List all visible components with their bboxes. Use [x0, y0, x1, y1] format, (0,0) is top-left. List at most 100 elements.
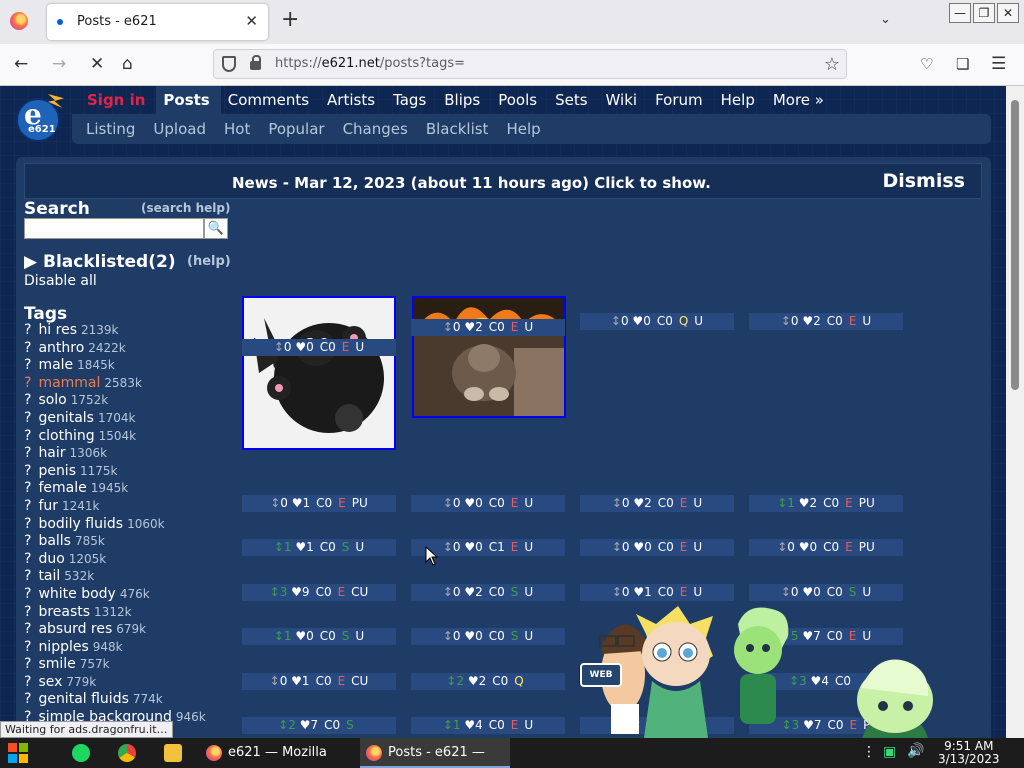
post-score-bar[interactable]: ↕1 ♥0 C0 S U	[242, 628, 396, 645]
tag-wiki-link[interactable]: ?	[24, 674, 31, 690]
tag-wiki-link[interactable]: ?	[24, 551, 31, 567]
post-score-bar[interactable]: ↕0 ♥0 C0 E U	[242, 339, 396, 356]
sub-nav-item-listing[interactable]: Listing	[80, 114, 147, 144]
chrome-taskbar-icon[interactable]	[118, 744, 136, 762]
tab-close-icon[interactable]: ✕	[245, 12, 258, 30]
tag-name-link[interactable]: hair	[38, 445, 65, 461]
blacklist-toggle[interactable]: ▶ Blacklisted(2)	[24, 252, 176, 272]
tag-wiki-link[interactable]: ?	[24, 656, 31, 672]
stop-loading-icon[interactable]: ✕	[90, 54, 104, 74]
post-score-bar[interactable]: ↕2 ♥2 C0 Q	[411, 673, 565, 690]
network-icon[interactable]: ▣	[883, 744, 896, 760]
tag-wiki-link[interactable]: ?	[24, 410, 31, 426]
post-score-bar[interactable]: ↕0 ♥2 C0 E U	[749, 313, 903, 330]
tag-name-link[interactable]: genitals	[38, 410, 94, 426]
taskbar-task-firefox-1[interactable]: e621 — Mozilla Fire...	[200, 738, 356, 768]
main-nav-item-help[interactable]: Help	[714, 86, 766, 114]
tag-name-link[interactable]: white body	[38, 586, 115, 602]
tray-overflow-icon[interactable]: ⋮	[862, 744, 876, 760]
sub-nav-item-upload[interactable]: Upload	[147, 114, 218, 144]
extensions-icon[interactable]: ❏	[956, 54, 969, 74]
main-nav-item-blips[interactable]: Blips	[437, 86, 491, 114]
tag-wiki-link[interactable]: ?	[24, 586, 31, 602]
search-input[interactable]	[24, 218, 204, 239]
tray-clock[interactable]: 9:51 AM 3/13/2023	[938, 740, 1000, 766]
post-score-bar[interactable]: ↕0 ♥0 C0 Q U	[580, 313, 734, 330]
forward-arrow-icon[interactable]: →	[52, 54, 66, 74]
tag-wiki-link[interactable]: ?	[24, 375, 31, 391]
tag-name-link[interactable]: hi res	[38, 322, 77, 338]
news-dismiss-button[interactable]: Dismiss	[882, 170, 965, 192]
volume-icon[interactable]: 🔊	[907, 743, 924, 759]
post-score-bar[interactable]: ↕2 ♥7 C0 S	[242, 717, 396, 734]
post-score-bar[interactable]: ↕0 ♥1 C0 E CU	[242, 673, 396, 690]
main-nav-item-sign-in[interactable]: Sign in	[80, 86, 156, 114]
main-nav-item-more[interactable]: More »	[766, 86, 835, 114]
spotify-taskbar-icon[interactable]	[72, 744, 90, 762]
tag-wiki-link[interactable]: ?	[24, 480, 31, 496]
sub-nav-item-popular[interactable]: Popular	[262, 114, 336, 144]
url-bar[interactable]: https://e621.net/posts?tags= ☆	[213, 49, 847, 79]
tag-wiki-link[interactable]: ?	[24, 604, 31, 620]
sub-nav-item-hot[interactable]: Hot	[218, 114, 262, 144]
tag-wiki-link[interactable]: ?	[24, 428, 31, 444]
tag-wiki-link[interactable]: ?	[24, 392, 31, 408]
post-score-bar[interactable]: ↕0 ♥1 C0 E U	[580, 584, 734, 601]
tag-wiki-link[interactable]: ?	[24, 621, 31, 637]
tag-wiki-link[interactable]: ?	[24, 568, 31, 584]
news-banner[interactable]: News - Mar 12, 2023 (about 11 hours ago)…	[24, 163, 982, 199]
tag-wiki-link[interactable]: ?	[24, 639, 31, 655]
tracking-shield-icon[interactable]	[222, 56, 236, 72]
window-minimize-button[interactable]: —	[949, 3, 971, 23]
blacklist-disable-all-link[interactable]: Disable all	[24, 273, 97, 289]
tag-name-link[interactable]: absurd res	[38, 621, 112, 637]
post-score-bar[interactable]: ↕1 ♥1 C0 S U	[242, 539, 396, 556]
post-score-bar[interactable]: ↕0 ♥2 C0 E U	[580, 495, 734, 512]
tag-name-link[interactable]: penis	[38, 463, 76, 479]
tag-name-link[interactable]: mammal	[38, 375, 100, 391]
lock-icon[interactable]	[250, 55, 261, 70]
list-tabs-chevron-icon[interactable]: ⌄	[880, 12, 891, 27]
app-menu-icon[interactable]: ☰	[991, 54, 1006, 74]
tag-name-link[interactable]: tail	[38, 568, 60, 584]
search-icon[interactable]: 🔍	[204, 218, 228, 239]
main-nav-item-tags[interactable]: Tags	[386, 86, 437, 114]
tag-name-link[interactable]: fur	[38, 498, 58, 514]
post-score-bar[interactable]: ↕0 ♥0 C0 S U	[749, 584, 903, 601]
ad-sticker-characters[interactable]	[578, 606, 938, 738]
post-score-bar[interactable]: ↕0 ♥1 C0 E PU	[242, 495, 396, 512]
tag-wiki-link[interactable]: ?	[24, 533, 31, 549]
tag-wiki-link[interactable]: ?	[24, 516, 31, 532]
tag-name-link[interactable]: female	[38, 480, 86, 496]
back-arrow-icon[interactable]: ←	[14, 54, 28, 74]
post-score-bar[interactable]: ↕3 ♥9 C0 E CU	[242, 584, 396, 601]
firefox-menu-icon[interactable]	[10, 12, 28, 30]
tag-name-link[interactable]: male	[38, 357, 73, 373]
scrollbar-thumb[interactable]	[1011, 100, 1019, 390]
tag-wiki-link[interactable]: ?	[24, 445, 31, 461]
main-nav-item-comments[interactable]: Comments	[221, 86, 320, 114]
tag-name-link[interactable]: genital fluids	[38, 691, 128, 707]
post-score-bar[interactable]: ↕0 ♥0 C0 E PU	[749, 539, 903, 556]
main-nav-item-artists[interactable]: Artists	[320, 86, 386, 114]
tag-name-link[interactable]: duo	[38, 551, 64, 567]
new-tab-icon[interactable]: +	[281, 9, 299, 31]
window-close-button[interactable]: ✕	[997, 3, 1019, 23]
tag-name-link[interactable]: anthro	[38, 340, 84, 356]
page-scrollbar[interactable]	[1006, 86, 1024, 738]
url-text[interactable]: https://e621.net/posts?tags=	[275, 56, 465, 71]
tag-wiki-link[interactable]: ?	[24, 322, 31, 338]
tag-name-link[interactable]: solo	[38, 392, 66, 408]
tag-name-link[interactable]: breasts	[38, 604, 90, 620]
main-nav-item-wiki[interactable]: Wiki	[599, 86, 649, 114]
tag-name-link[interactable]: clothing	[38, 428, 94, 444]
tag-name-link[interactable]: balls	[38, 533, 71, 549]
tag-name-link[interactable]: sex	[38, 674, 62, 690]
main-nav-item-forum[interactable]: Forum	[648, 86, 714, 114]
bookmark-star-icon[interactable]: ☆	[824, 54, 840, 75]
post-score-bar[interactable]: ↕0 ♥0 C0 E U	[411, 495, 565, 512]
post-thumbnail[interactable]	[412, 296, 566, 418]
tag-wiki-link[interactable]: ?	[24, 498, 31, 514]
tag-wiki-link[interactable]: ?	[24, 357, 31, 373]
ad-badge[interactable]: WEB	[580, 663, 622, 687]
